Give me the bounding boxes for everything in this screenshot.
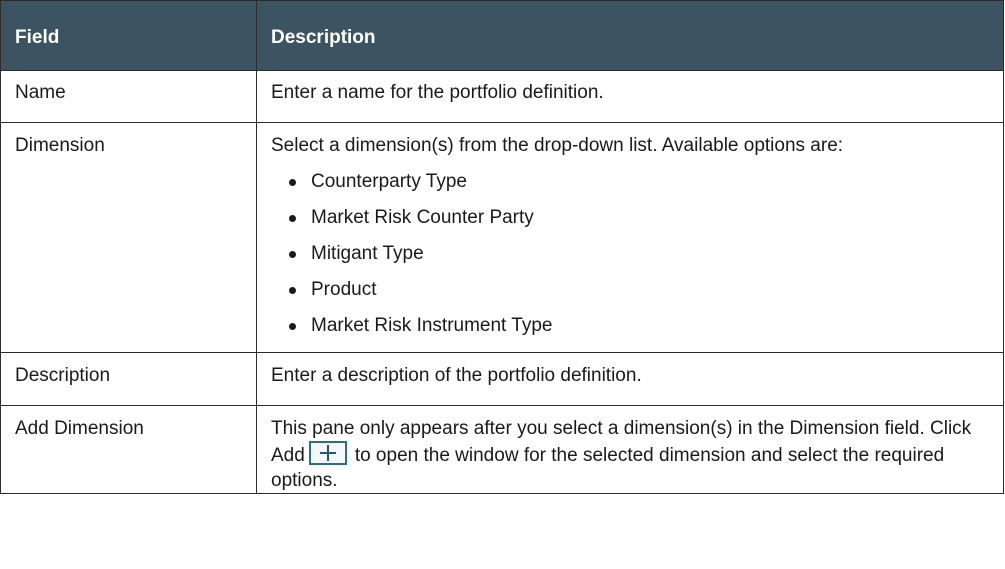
- description-cell-dimension: Select a dimension(s) from the drop-down…: [256, 122, 1004, 353]
- field-cell-dimension: Dimension: [0, 122, 257, 353]
- header-field: Field: [0, 0, 257, 71]
- list-item: Mitigant Type: [289, 236, 989, 272]
- table-row-name: Name Enter a name for the portfolio defi…: [0, 70, 1004, 123]
- table-row-add-dimension: Add Dimension This pane only appears aft…: [0, 405, 1004, 494]
- field-cell-add-dimension: Add Dimension: [0, 405, 257, 494]
- table-header-row: Field Description: [0, 0, 1004, 71]
- table-row-dimension: Dimension Select a dimension(s) from the…: [0, 122, 1004, 353]
- header-description: Description: [256, 0, 1004, 71]
- dimension-intro-text: Select a dimension(s) from the drop-down…: [271, 135, 844, 156]
- table-row-description: Description Enter a description of the p…: [0, 352, 1004, 406]
- list-item: Product: [289, 272, 989, 308]
- description-cell-description: Enter a description of the portfolio def…: [256, 352, 1004, 406]
- list-item: Market Risk Instrument Type: [289, 308, 989, 344]
- dimension-options-list: Counterparty Type Market Risk Counter Pa…: [271, 164, 989, 344]
- list-item: Counterparty Type: [289, 164, 989, 200]
- list-item: Market Risk Counter Party: [289, 200, 989, 236]
- add-dimension-text-after: to open the window for the selected dime…: [271, 445, 945, 491]
- plus-icon: [308, 441, 347, 465]
- description-cell-add-dimension: This pane only appears after you select …: [256, 405, 1004, 494]
- field-cell-description: Description: [0, 352, 257, 406]
- field-description-table: Field Description Name Enter a name for …: [0, 0, 1004, 494]
- description-cell-name: Enter a name for the portfolio definitio…: [256, 70, 1004, 123]
- field-cell-name: Name: [0, 70, 257, 123]
